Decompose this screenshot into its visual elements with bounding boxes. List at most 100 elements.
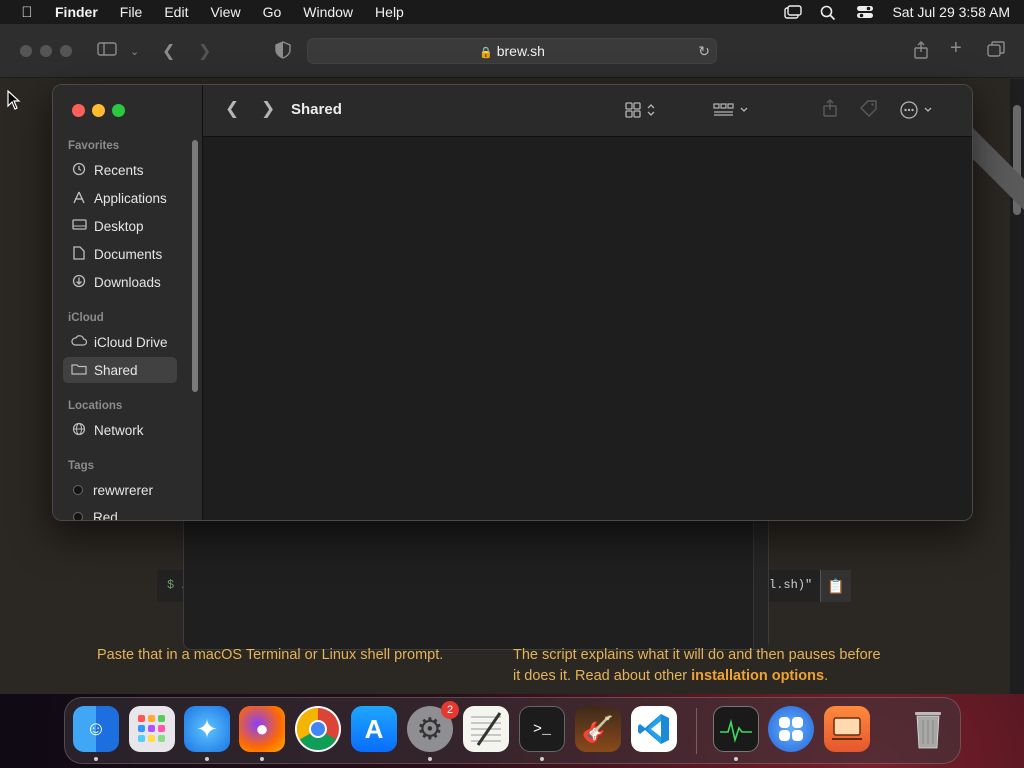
script-explanation-line2: it does it. Read about other installatio… (513, 668, 829, 684)
sidebar-header-favorites: Favorites (68, 140, 120, 152)
apple-icon[interactable]:  (10, 4, 44, 21)
dock-vscode[interactable] (631, 706, 677, 752)
dock-safari[interactable]: ✦ (184, 706, 230, 752)
dock-trash[interactable] (905, 706, 951, 752)
finder-toolbar: ❮ ❯ Shared (203, 85, 972, 137)
dock-system-settings[interactable]: ⚙ 2 (407, 701, 459, 752)
close-button[interactable] (72, 104, 85, 117)
safari-toolbar: ⌄ ❮ ❯ 🔒 brew.sh ↻ + (0, 24, 1024, 78)
running-indicator (94, 757, 98, 761)
back-icon[interactable]: ❮ (162, 41, 175, 61)
dock-mosaic[interactable] (768, 706, 814, 752)
download-icon (68, 274, 90, 291)
dock-launchpad[interactable] (129, 706, 175, 752)
dock-textedit[interactable] (463, 706, 509, 752)
minimize-button[interactable] (40, 45, 52, 57)
applications-icon (68, 190, 90, 207)
sidebar-item-downloads[interactable]: Downloads (63, 269, 177, 295)
compass-icon: ✦ (196, 713, 218, 744)
dock-garageband[interactable]: 🎸 (575, 706, 621, 752)
installation-options-link[interactable]: installation options (691, 668, 824, 684)
sidebar-item-shared[interactable]: Shared (63, 357, 177, 383)
sidebar-item-recents[interactable]: Recents (63, 157, 177, 183)
chevron-down-icon[interactable]: ⌄ (130, 45, 139, 58)
dock-separator (696, 708, 697, 754)
sidebar-tag-rewwrerer[interactable]: rewwrerer (63, 477, 177, 503)
tab-overview-icon[interactable] (987, 41, 1005, 62)
dock-terminal[interactable]: >_ (519, 706, 565, 752)
menu-view[interactable]: View (199, 4, 251, 20)
new-tab-icon[interactable]: + (950, 37, 962, 60)
sidebar-item-network[interactable]: Network (63, 417, 177, 443)
more-actions-icon[interactable] (900, 101, 938, 124)
menu-app-name[interactable]: Finder (44, 4, 109, 20)
notification-badge: 2 (441, 701, 459, 719)
back-icon[interactable]: ❮ (225, 99, 239, 119)
clock-icon (68, 162, 90, 179)
sidebar-item-icloud-drive[interactable]: iCloud Drive (63, 329, 177, 355)
tag-icon[interactable] (859, 99, 879, 122)
running-indicator (260, 757, 264, 761)
window-title: Shared (291, 101, 342, 118)
minimize-button[interactable] (92, 104, 105, 117)
finder-window: Favorites Recents Applications Desktop D… (52, 84, 973, 521)
menu-bar:  Finder File Edit View Go Window Help S… (0, 0, 1024, 24)
running-indicator (734, 757, 738, 761)
dock-remote-desktop[interactable] (824, 706, 870, 752)
reload-icon[interactable]: ↻ (698, 39, 710, 63)
popover-panel (183, 520, 769, 650)
document-icon (68, 245, 90, 263)
dock-finder[interactable]: ☺ (73, 706, 119, 752)
screen-mirroring-icon[interactable] (784, 5, 803, 19)
menu-window[interactable]: Window (292, 4, 364, 20)
popover-scrollbar[interactable] (753, 520, 768, 649)
finder-sidebar: Favorites Recents Applications Desktop D… (53, 85, 203, 520)
privacy-shield-icon[interactable] (275, 41, 291, 64)
running-indicator (205, 757, 209, 761)
app-store-icon: A (364, 713, 384, 744)
menu-help[interactable]: Help (364, 4, 415, 20)
sidebar-header-tags: Tags (68, 460, 94, 472)
sidebar-toggle-icon[interactable] (97, 41, 117, 62)
shared-folder-icon (68, 363, 90, 378)
dock: ☺ ✦ ● A ⚙ 2 >_ 🎸 (64, 697, 961, 764)
search-icon[interactable] (820, 5, 838, 21)
address-bar[interactable]: 🔒 brew.sh ↻ (307, 38, 717, 64)
sidebar-scrollbar[interactable] (192, 140, 198, 392)
group-by-icon[interactable] (713, 101, 751, 124)
lock-icon: 🔒 (479, 47, 493, 59)
menu-file[interactable]: File (109, 4, 154, 20)
icon-view-icon[interactable] (625, 101, 659, 124)
sidebar-tag-red[interactable]: Red (63, 504, 177, 520)
paste-instructions: Paste that in a macOS Terminal or Linux … (97, 647, 444, 663)
install-command-tail: l.sh)" (769, 578, 813, 592)
clipboard-copy-button[interactable]: 📋 (820, 570, 851, 602)
forward-icon[interactable]: ❯ (198, 41, 211, 61)
sidebar-item-desktop[interactable]: Desktop (63, 213, 177, 239)
tag-color-dot (73, 485, 83, 495)
zoom-button[interactable] (60, 45, 72, 57)
running-indicator (540, 757, 544, 761)
dock-activity-monitor[interactable] (713, 706, 759, 752)
share-icon[interactable] (822, 99, 838, 122)
menu-edit[interactable]: Edit (153, 4, 199, 20)
control-center-icon[interactable] (856, 5, 874, 19)
gear-icon: ⚙ (416, 712, 444, 746)
menu-go[interactable]: Go (252, 4, 293, 20)
finder-face-icon: ☺ (85, 717, 107, 740)
dock-firefox[interactable]: ● (239, 706, 285, 752)
cloud-icon (68, 335, 90, 349)
close-button[interactable] (20, 45, 32, 57)
share-icon[interactable] (913, 41, 929, 64)
forward-icon[interactable]: ❯ (261, 99, 275, 119)
url-text: brew.sh (496, 43, 545, 59)
finder-content-area[interactable] (203, 137, 972, 520)
sidebar-item-documents[interactable]: Documents (63, 241, 177, 267)
dock-app-store[interactable]: A (351, 706, 397, 752)
sidebar-item-applications[interactable]: Applications (63, 185, 177, 211)
clipboard-icon: 📋 (827, 578, 845, 594)
zoom-button[interactable] (112, 104, 125, 117)
sidebar-header-icloud: iCloud (68, 312, 104, 324)
dock-chrome[interactable] (295, 706, 341, 752)
clock-datetime[interactable]: Sat Jul 29 3:58 AM (892, 4, 1010, 20)
